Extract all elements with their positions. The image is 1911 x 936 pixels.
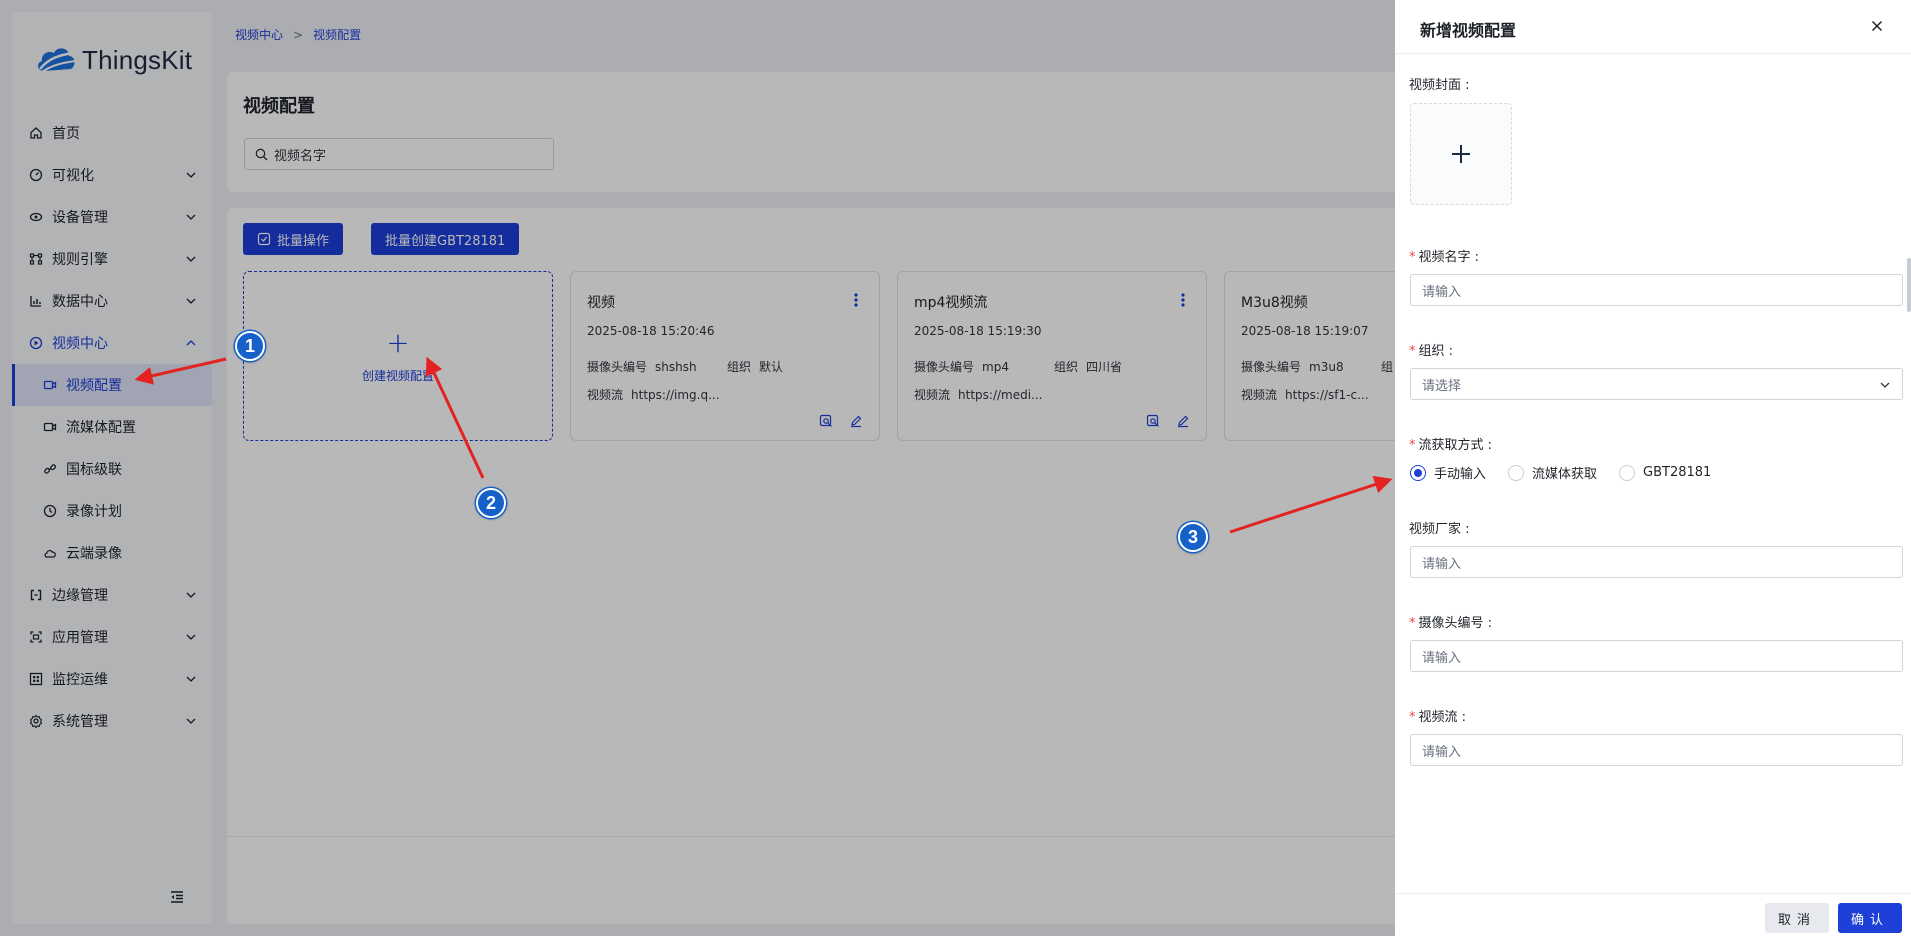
stream-mode-label: * 流获取方式 :	[1409, 438, 1493, 453]
plus-icon	[1452, 145, 1470, 163]
vendor-placeholder: 请输入	[1422, 556, 1462, 572]
cover-upload[interactable]	[1410, 103, 1512, 205]
close-icon[interactable]	[1869, 18, 1885, 34]
annotation-badge-3: 3	[1178, 522, 1208, 552]
confirm-button[interactable]: 确认	[1838, 903, 1902, 933]
radio-label: 手动输入	[1434, 467, 1487, 482]
radio-label: 流媒体获取	[1532, 467, 1598, 482]
radio-unchecked	[1508, 464, 1525, 481]
radio-stream-media[interactable]: 流媒体获取	[1508, 463, 1597, 482]
drawer-footer: 取消 确认	[1395, 893, 1911, 936]
chevron-down-icon	[1880, 382, 1890, 388]
camera-no-input[interactable]: 请输入	[1410, 640, 1903, 672]
stream-url-input[interactable]: 请输入	[1410, 734, 1903, 766]
cancel-button[interactable]: 取消	[1765, 903, 1829, 933]
camera-no-label: * 摄像头编号 :	[1409, 616, 1493, 631]
video-name-input[interactable]: 请输入	[1410, 274, 1903, 306]
radio-label: GBT28181	[1643, 465, 1712, 480]
cover-label: 视频封面 :	[1409, 78, 1470, 93]
stream-url-label: * 视频流 :	[1409, 710, 1467, 725]
drawer-header: 新增视频配置	[1395, 0, 1911, 54]
scrollbar-thumb[interactable]	[1907, 258, 1911, 312]
vendor-input[interactable]: 请输入	[1410, 546, 1903, 578]
annotation-badge-2: 2	[476, 488, 506, 518]
radio-gbt28181[interactable]: GBT28181	[1619, 464, 1712, 481]
name-label: * 视频名字 :	[1409, 250, 1480, 265]
video-name-placeholder: 请输入	[1422, 284, 1462, 300]
org-label: * 组织 :	[1409, 344, 1454, 359]
add-video-config-drawer: 新增视频配置 视频封面 : * 视频名字 : 请输入 * 组织 : 请选择 * 流获取…	[1395, 0, 1911, 936]
camera-no-placeholder: 请输入	[1422, 650, 1462, 666]
stream-mode-radio-group: 手动输入 流媒体获取 GBT28181	[1410, 463, 1733, 482]
org-select[interactable]: 请选择	[1410, 368, 1903, 400]
radio-checked	[1410, 464, 1426, 481]
vendor-label: 视频厂家 :	[1409, 522, 1470, 537]
annotation-badge-1: 1	[235, 331, 265, 361]
stream-url-placeholder: 请输入	[1422, 744, 1462, 760]
drawer-title: 新增视频配置	[1420, 21, 1517, 40]
radio-manual-input[interactable]: 手动输入	[1410, 463, 1486, 482]
radio-unchecked	[1619, 464, 1636, 481]
org-placeholder: 请选择	[1422, 378, 1462, 394]
